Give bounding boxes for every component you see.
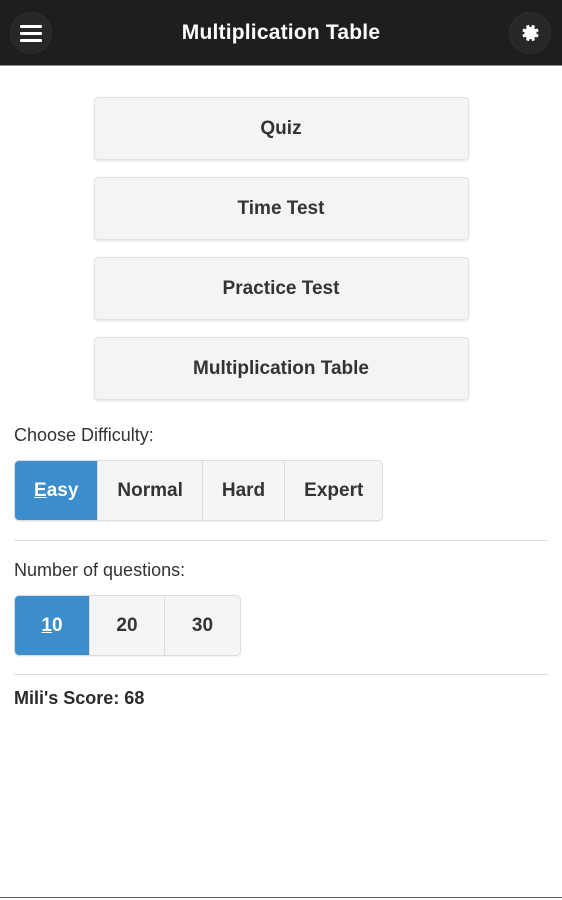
divider-questions-score — [14, 674, 548, 675]
main-menu: Quiz Time Test Practice Test Multiplicat… — [0, 66, 562, 400]
difficulty-option-normal[interactable]: Normal — [98, 461, 203, 520]
practice-test-button[interactable]: Practice Test — [93, 257, 469, 320]
difficulty-section: Choose Difficulty: Easy Normal Hard Expe… — [0, 425, 562, 521]
difficulty-option-hard[interactable]: Hard — [202, 461, 286, 520]
difficulty-option-normal-label: Normal — [117, 479, 183, 501]
settings-button[interactable] — [509, 12, 551, 54]
questions-option-30[interactable]: 30 — [165, 596, 240, 655]
questions-option-20[interactable]: 20 — [90, 596, 165, 655]
multiplication-table-button[interactable]: Multiplication Table — [93, 337, 469, 400]
difficulty-option-easy-accel: E — [34, 479, 47, 501]
quiz-button[interactable]: Quiz — [93, 97, 469, 160]
questions-option-10[interactable]: 10 — [15, 596, 90, 655]
difficulty-segmented-control: Easy Normal Hard Expert — [14, 460, 384, 521]
page-title: Multiplication Table — [181, 21, 381, 44]
score-text: Mili's Score: 68 — [14, 688, 145, 708]
questions-option-10-accel: 1 — [41, 614, 52, 636]
questions-option-10-label: 0 — [52, 614, 63, 636]
app-bar: Multiplication Table — [0, 0, 562, 66]
difficulty-option-hard-label: Hard — [221, 479, 266, 501]
questions-option-20-label: 20 — [116, 614, 138, 636]
questions-section: Number of questions: 10 20 30 — [0, 560, 562, 656]
difficulty-option-expert[interactable]: Expert — [285, 461, 383, 520]
hamburger-menu-button[interactable] — [10, 12, 52, 54]
difficulty-label: Choose Difficulty: — [14, 425, 154, 445]
hamburger-menu-icon — [20, 24, 42, 42]
questions-option-30-label: 30 — [191, 614, 214, 636]
difficulty-option-expert-label: Expert — [304, 479, 364, 501]
time-test-button[interactable]: Time Test — [93, 177, 469, 240]
bottom-rule — [0, 897, 562, 898]
difficulty-option-easy-label: asy — [46, 479, 79, 501]
gear-icon — [518, 21, 542, 45]
difficulty-option-easy[interactable]: Easy — [15, 461, 99, 520]
questions-segmented-control: 10 20 30 — [14, 595, 241, 656]
questions-label: Number of questions: — [14, 560, 186, 580]
divider-difficulty-questions — [14, 540, 548, 541]
